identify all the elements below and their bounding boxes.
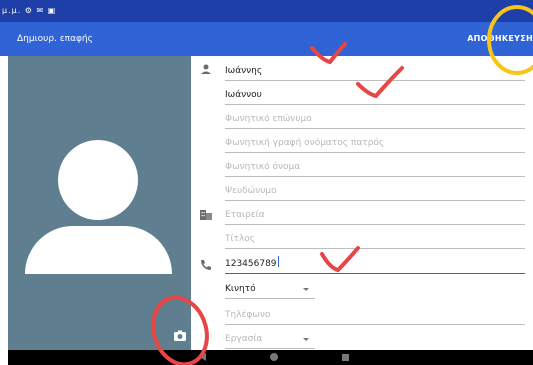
- phonetic-father-name-field[interactable]: Φωνητική γραφή ονόματος πατρός: [225, 128, 525, 153]
- company-placeholder: Εταιρεία: [225, 210, 265, 220]
- avatar-body: [25, 226, 172, 274]
- recent-apps-icon[interactable]: [342, 354, 349, 361]
- person-icon: [201, 64, 211, 74]
- chevron-down-icon: [303, 338, 309, 341]
- contact-photo-panel[interactable]: [8, 56, 191, 350]
- contact-form: Ιωάννης Ιωάννου Φωνητικό επώνυμο Φωνητικ…: [191, 56, 533, 350]
- phone-field[interactable]: 123456789: [225, 249, 525, 274]
- phonetic-first-name-placeholder: Φωνητικό όνομα: [225, 162, 301, 172]
- last-name-field[interactable]: Ιωάννου: [225, 80, 525, 105]
- company-field[interactable]: Εταιρεία: [225, 200, 525, 225]
- page-title: Δημιουρ. επαφής: [17, 34, 93, 44]
- job-title-placeholder: Τίτλος: [225, 234, 256, 244]
- camera-icon[interactable]: [172, 328, 188, 344]
- second-phone-type-select[interactable]: Εργασία: [225, 326, 315, 349]
- phone-type-select[interactable]: Κινητό: [225, 276, 315, 299]
- nickname-field[interactable]: Ψευδώνυμο: [225, 176, 525, 201]
- second-phone-type-value: Εργασία: [225, 334, 263, 344]
- phonetic-last-name-field[interactable]: Φωνητικό επώνυμο: [225, 104, 525, 129]
- phonetic-last-name-placeholder: Φωνητικό επώνυμο: [225, 114, 312, 124]
- first-name-value: Ιωάννης: [225, 66, 263, 76]
- system-nav-bar: [8, 350, 533, 365]
- save-button[interactable]: ΑΠΟΘΗΚΕΥΣΗ: [467, 22, 533, 56]
- back-icon[interactable]: [200, 353, 206, 361]
- phone-icon: [201, 260, 211, 270]
- home-icon[interactable]: [270, 353, 278, 361]
- last-name-value: Ιωάννου: [225, 90, 262, 100]
- second-phone-placeholder: Τηλέφωνο: [225, 310, 271, 320]
- company-icon: [200, 210, 212, 220]
- status-bar: μ.μ. ⚙ ✉ ▣: [0, 0, 533, 22]
- avatar-head: [58, 140, 138, 220]
- status-text: μ.μ. ⚙ ✉ ▣: [2, 6, 57, 15]
- second-phone-field[interactable]: Τηλέφωνο: [225, 300, 525, 325]
- first-name-field[interactable]: Ιωάννης: [225, 56, 525, 81]
- phone-type-value: Κινητό: [225, 284, 256, 294]
- nickname-placeholder: Ψευδώνυμο: [225, 186, 277, 196]
- job-title-field[interactable]: Τίτλος: [225, 224, 525, 249]
- app-toolbar: Δημιουρ. επαφής ΑΠΟΘΗΚΕΥΣΗ: [0, 22, 533, 56]
- phone-value: 123456789: [225, 256, 279, 269]
- phonetic-first-name-field[interactable]: Φωνητικό όνομα: [225, 152, 525, 177]
- phonetic-father-name-placeholder: Φωνητική γραφή ονόματος πατρός: [225, 138, 385, 148]
- chevron-down-icon: [303, 288, 309, 291]
